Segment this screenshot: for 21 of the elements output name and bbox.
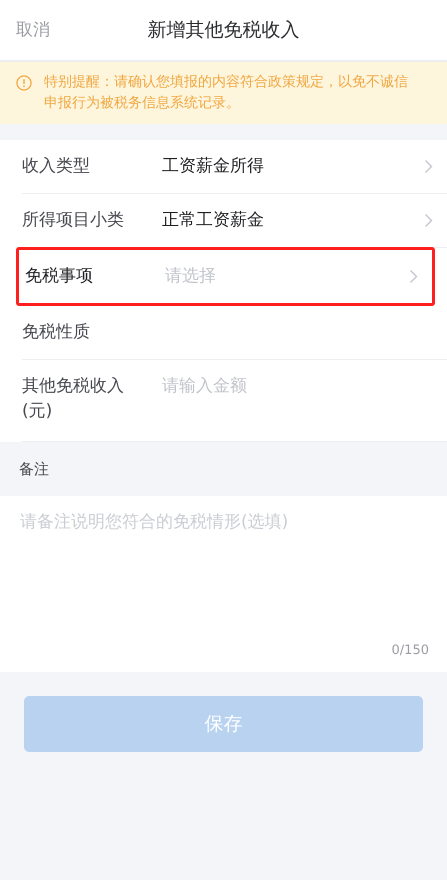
amount-input[interactable]: 请输入金额 xyxy=(162,374,433,399)
character-counter: 0/150 xyxy=(392,643,429,658)
remarks-title: 备注 xyxy=(19,460,49,478)
form-row[interactable]: 其他免税收入(元) 请输入金额 xyxy=(22,360,447,442)
highlighted-row[interactable]: 免税事项 请选择 xyxy=(16,247,435,306)
field-label: 所得项目小类 xyxy=(22,209,125,232)
chevron-icon xyxy=(424,213,433,228)
form-row[interactable]: 免税性质 xyxy=(22,306,447,360)
field-value[interactable]: 正常工资薪金 xyxy=(162,208,424,233)
notice-text: 特别提醒：请确认您填报的内容符合政策规定，以免不诚信申报行为被税务信息系统记录。 xyxy=(44,73,409,113)
field-label: 免税事项 xyxy=(25,265,94,288)
form-row[interactable]: 收入类型 工资薪金所得 xyxy=(22,140,447,194)
form-row[interactable]: 所得项目小类 正常工资薪金 xyxy=(22,194,447,248)
field-label: 免税性质 xyxy=(22,321,91,344)
field-label: 收入类型 xyxy=(22,155,91,178)
page-title: 新增其他免税收入 xyxy=(148,18,300,43)
warning-icon xyxy=(16,75,32,91)
field-label: 其他免税收入(元) xyxy=(22,375,125,423)
chevron-icon xyxy=(424,159,433,174)
chevron-icon xyxy=(409,269,418,284)
field-value[interactable]: 工资薪金所得 xyxy=(162,154,424,179)
